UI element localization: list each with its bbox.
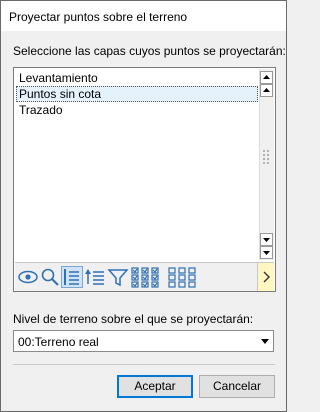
arrow-down-icon [263,238,270,242]
list-item[interactable]: Trazado [16,102,258,118]
vertical-scrollbar[interactable] [259,69,274,260]
check-all-icon[interactable] [131,266,167,288]
scroll-down-button[interactable] [260,233,273,246]
accept-button[interactable]: Aceptar [117,375,193,398]
scroll-bottom-button[interactable] [260,246,273,259]
uncheck-all-icon[interactable] [168,266,204,288]
eye-icon[interactable] [17,266,39,288]
sort-list-icon[interactable] [61,266,83,288]
sort-ascending-icon[interactable] [84,266,106,288]
scroll-up-button[interactable] [260,84,273,97]
layers-prompt-label: Seleccione las capas cuyos puntos se pro… [13,44,286,58]
cancel-button[interactable]: Cancelar [199,375,275,398]
title-bar[interactable]: Proyectar puntos sobre el terreno [1,1,286,31]
arrow-up-icon [263,88,270,92]
window-title: Proyectar puntos sobre el terreno [9,10,188,24]
scroll-grip-icon[interactable] [262,149,272,167]
layer-list-items: Levantamiento Puntos sin cota Trazado [16,70,258,118]
scroll-top-button[interactable] [260,71,273,84]
chevron-right-icon [263,271,270,283]
layer-list[interactable]: Levantamiento Puntos sin cota Trazado [13,67,276,292]
terrain-level-value: 00:Terreno real [18,335,99,349]
scroll-top-icon [263,75,270,79]
toolbar-more-button[interactable] [257,263,274,291]
scroll-bottom-icon [263,251,270,255]
terrain-level-label: Nivel de terreno sobre el que se proyect… [13,312,254,326]
layer-list-toolbar [15,262,274,291]
list-item[interactable]: Levantamiento [16,70,258,86]
search-icon[interactable] [39,266,61,288]
terrain-level-select[interactable]: 00:Terreno real [13,330,274,352]
list-item[interactable]: Puntos sin cota [16,86,258,102]
filter-icon[interactable] [107,266,129,288]
chevron-down-icon [261,339,269,344]
dialog-window: Proyectar puntos sobre el terreno Selecc… [0,0,287,412]
separator [13,364,275,365]
